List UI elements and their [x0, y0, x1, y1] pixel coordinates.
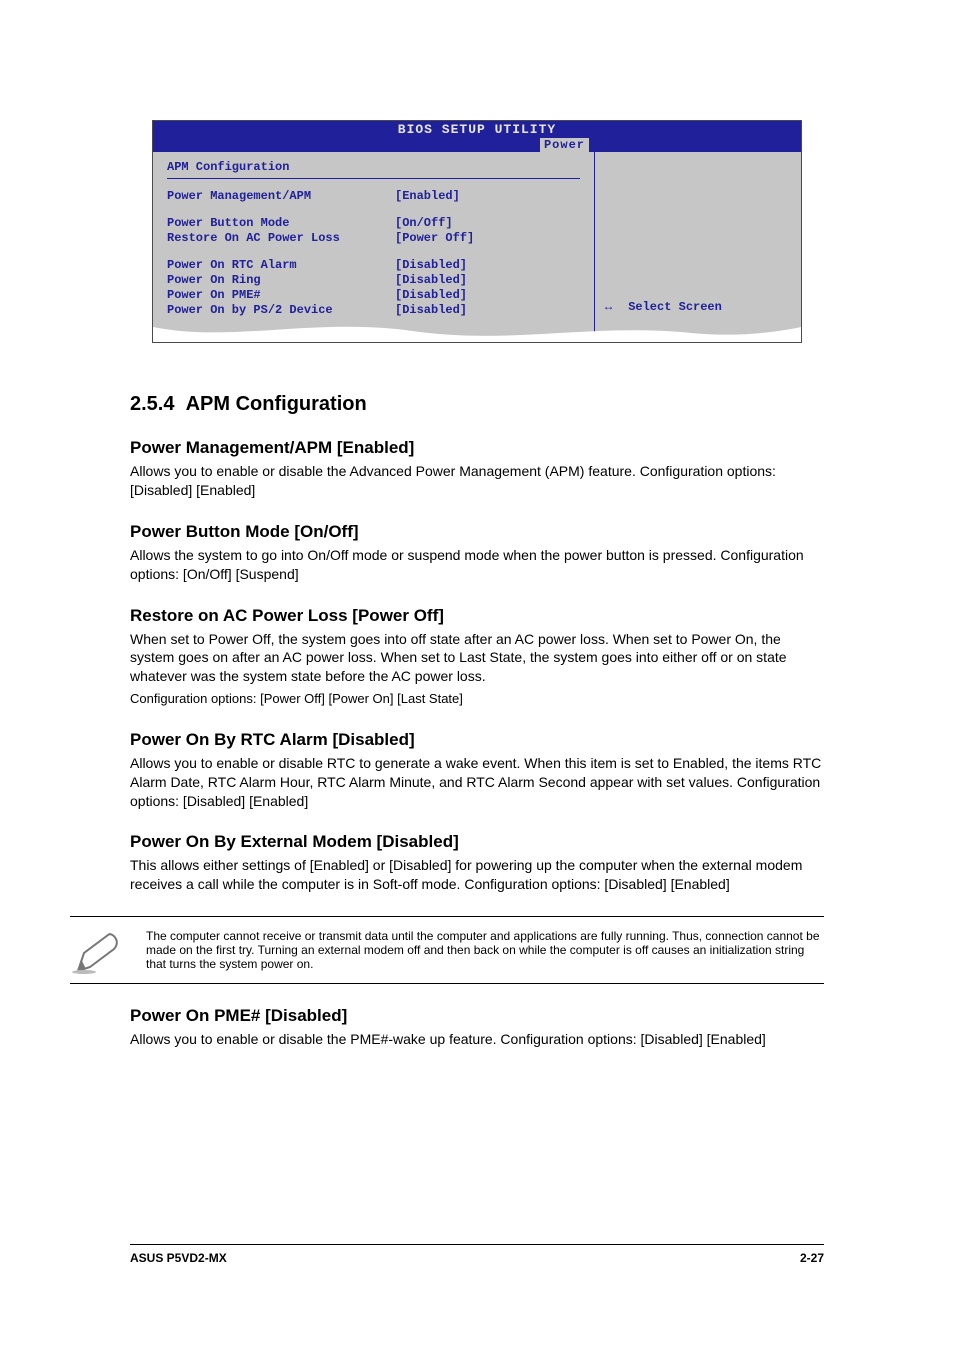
bios-row-value: [Power Off] — [395, 231, 580, 246]
paragraph: Allows the system to go into On/Off mode… — [130, 546, 824, 584]
bios-row-label: Power On by PS/2 Device — [167, 303, 395, 318]
bios-screenshot: BIOS SETUP UTILITY Power APM Configurati… — [152, 120, 802, 343]
heading: Power Button Mode [On/Off] — [130, 522, 824, 542]
bios-row[interactable]: Restore On AC Power Loss [Power Off] — [167, 231, 580, 246]
bios-row-label: Power On PME# — [167, 288, 395, 303]
paragraph: Configuration options: [Power Off] [Powe… — [130, 690, 824, 708]
heading: Power On By RTC Alarm [Disabled] — [130, 730, 824, 750]
bios-row-value: [Disabled] — [395, 273, 580, 288]
paragraph: Allows you to enable or disable RTC to g… — [130, 754, 824, 811]
bios-section-heading: APM Configuration — [167, 160, 580, 179]
bios-row-label: Power Management/APM — [167, 189, 395, 204]
heading: Power On PME# [Disabled] — [130, 1006, 824, 1026]
bios-row-label: Power On Ring — [167, 273, 395, 288]
paragraph: This allows either settings of [Enabled]… — [130, 856, 824, 894]
bios-row-value: [On/Off] — [395, 216, 580, 231]
page-footer: ASUS P5VD2-MX 2-27 — [130, 1244, 824, 1265]
help-select-screen: Select Screen — [628, 300, 722, 314]
bios-row[interactable]: Power Button Mode [On/Off] — [167, 216, 580, 231]
pencil-note-icon — [70, 925, 124, 979]
footer-right: 2-27 — [800, 1251, 824, 1265]
bios-left-panel: APM Configuration Power Management/APM [… — [153, 152, 595, 342]
bios-row[interactable]: Power On Ring [Disabled] — [167, 273, 580, 288]
bios-row[interactable]: Power On PME# [Disabled] — [167, 288, 580, 303]
bios-title: BIOS SETUP UTILITY — [398, 122, 556, 137]
section-number: 2.5.4 APM Configuration — [130, 393, 824, 416]
paragraph: Allows you to enable or disable the Adva… — [130, 462, 824, 500]
bios-row[interactable]: Power On RTC Alarm [Disabled] — [167, 258, 580, 273]
bios-row-value: [Disabled] — [395, 303, 580, 318]
bios-row-label: Power Button Mode — [167, 216, 395, 231]
paragraph: When set to Power Off, the system goes i… — [130, 630, 824, 687]
arrows-icon: ↔ — [605, 300, 610, 314]
bios-row-label: Power On RTC Alarm — [167, 258, 395, 273]
paragraph: Allows you to enable or disable the PME#… — [130, 1030, 824, 1049]
bios-row-value: [Disabled] — [395, 288, 580, 303]
note-text: The computer cannot receive or transmit … — [146, 929, 820, 971]
bios-row-value: [Enabled] — [395, 189, 580, 204]
bios-row-value: [Disabled] — [395, 258, 580, 273]
heading: Restore on AC Power Loss [Power Off] — [130, 606, 824, 626]
bios-help-panel: ↔ Select Screen — [595, 152, 801, 342]
note-callout: The computer cannot receive or transmit … — [70, 916, 824, 984]
bios-title-bar: BIOS SETUP UTILITY Power — [153, 121, 801, 152]
heading: Power Management/APM [Enabled] — [130, 438, 824, 458]
footer-left: ASUS P5VD2-MX — [130, 1251, 227, 1265]
heading: Power On By External Modem [Disabled] — [130, 832, 824, 852]
bios-tab-power[interactable]: Power — [540, 138, 589, 152]
bios-row[interactable]: Power Management/APM [Enabled] — [167, 189, 580, 204]
bios-row-label: Restore On AC Power Loss — [167, 231, 395, 246]
bios-row[interactable]: Power On by PS/2 Device [Disabled] — [167, 303, 580, 318]
